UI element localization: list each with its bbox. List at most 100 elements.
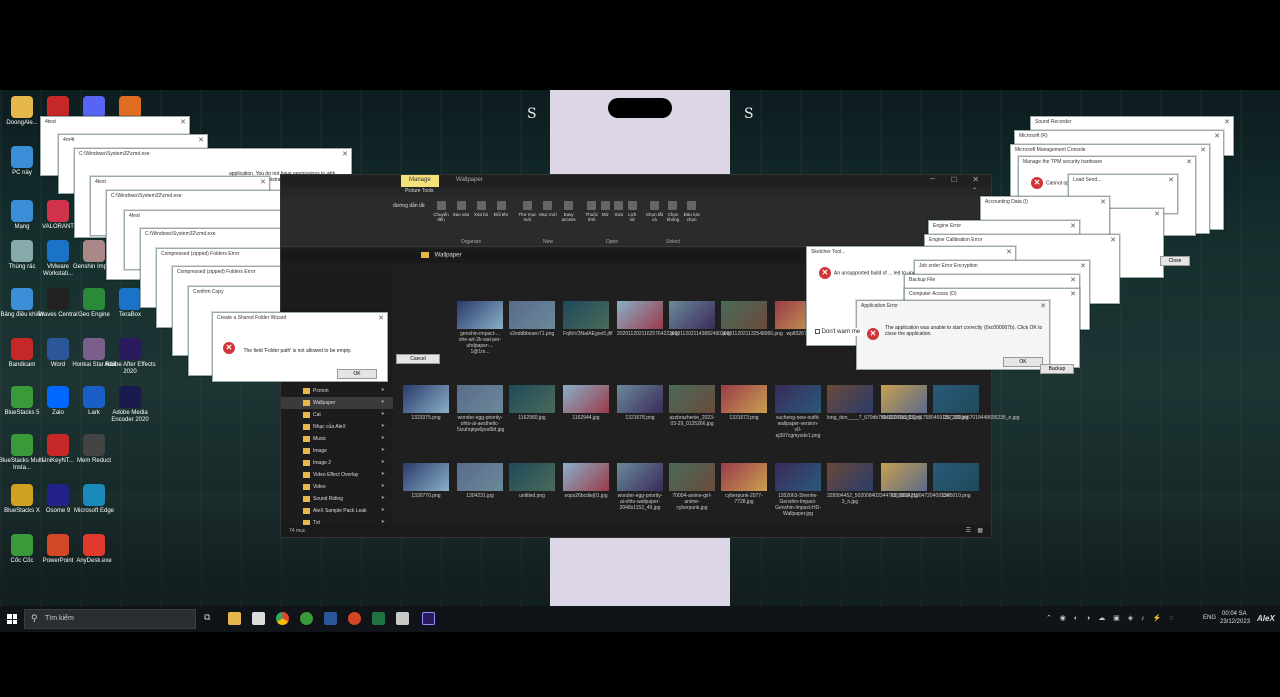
pin-icon[interactable]: ➤ (381, 483, 385, 489)
file-thumbnail[interactable]: sucheng-new-outfit-wallpaper-version-v0-… (775, 385, 821, 439)
store-taskbar-icon[interactable] (252, 612, 265, 625)
large-icons-view-icon[interactable]: ▦ (977, 527, 983, 534)
close-icon[interactable]: ✕ (198, 136, 204, 144)
tray-icons[interactable]: ⌃ ◉ ◐ ◑ ☁ ▣ ◈ ♪ ⚡ ◌ (1046, 614, 1176, 622)
file-explorer-taskbar-icon[interactable] (228, 612, 241, 625)
close-icon[interactable]: ✕ (1154, 210, 1160, 218)
file-thumbnail[interactable]: 157265.jpg (933, 385, 979, 421)
file-thumbnail[interactable]: 1303918.jpg (881, 463, 927, 499)
dont-warn-checkbox-label[interactable]: Don't warn me (812, 328, 864, 337)
ribbon-button[interactable]: Lịch sử (626, 201, 640, 222)
file-thumbnail[interactable]: 1321678.png (617, 385, 663, 421)
file-thumbnail[interactable]: wonder-egg-priority-ohto-ai-aesthetic-5i… (457, 385, 504, 433)
nav-item[interactable]: Image 2 ➤ (281, 457, 393, 469)
ok-button[interactable]: OK (337, 369, 377, 379)
ribbon-button[interactable]: Chọn tất cả (645, 201, 664, 222)
file-thumbnail[interactable]: 70004-anime-girl-anime-cyberpunk.jpg (669, 463, 715, 511)
close-icon[interactable]: ✕ (180, 118, 186, 126)
file-thumbnail[interactable]: 1330770.png (403, 463, 449, 499)
ribbon-button[interactable]: Chọn không (664, 201, 683, 222)
ribbon-button[interactable]: Thư mục mới (517, 201, 538, 222)
cancel-button[interactable]: Cancel (396, 354, 440, 364)
ribbon-button[interactable]: Mục mới (538, 201, 559, 217)
file-thumbnail[interactable]: genshin-impact-... ohe-art-2k-wal-per-uh… (457, 301, 503, 355)
pin-icon[interactable]: ➤ (381, 507, 385, 513)
ribbon-button[interactable]: Easy access (558, 201, 579, 222)
file-thumbnail[interactable]: v2eddbbearo71.png (509, 301, 555, 337)
file-thumbnail[interactable]: long_den____7_679db7f6e13741a583.jpg (827, 385, 921, 421)
pin-icon[interactable]: ➤ (381, 387, 385, 393)
pin-icon[interactable]: ➤ (381, 495, 385, 501)
close-icon[interactable]: ✕ (1070, 290, 1076, 298)
ok-button[interactable]: OK (1003, 357, 1043, 367)
file-thumbnail[interactable]: 1162980.jpg (509, 385, 555, 421)
nav-item[interactable]: Sound Riding ➤ (281, 493, 393, 505)
excel-taskbar-icon[interactable] (372, 612, 385, 625)
file-thumbnail[interactable]: Fq8oV3NaIAEgoo5.jfif (563, 301, 612, 337)
file-thumbnail[interactable]: 1331673.png (721, 385, 767, 421)
nav-item[interactable]: Pcmon ➤ (281, 385, 393, 397)
file-thumbnail[interactable]: 1162944.jpg (563, 385, 609, 421)
nav-item[interactable]: Nhạc của AleX ➤ (281, 421, 393, 433)
close-button[interactable]: Close (1160, 256, 1190, 266)
ribbon-button[interactable]: Đảo lựa chọn (682, 201, 701, 222)
file-thumbnail[interactable]: eops26bcdiej01.jpg (563, 463, 609, 499)
ribbon-tab-picture-tools[interactable]: Picture Tools (405, 188, 434, 194)
close-icon[interactable]: ✕ (1006, 248, 1012, 256)
pin-icon[interactable]: ➤ (381, 399, 385, 405)
close-icon[interactable]: ✕ (1168, 176, 1174, 184)
minimize-icon[interactable]: ─ (930, 176, 935, 183)
ribbon-button[interactable]: Thuộc tính (585, 201, 599, 222)
file-thumbnail[interactable]: 328994452_502008403344745_68147190472040… (827, 463, 949, 505)
file-thumbnail[interactable]: azzbrazhenie_2023-03-29_0125266.jpg (669, 385, 715, 427)
ribbon-button[interactable]: Sửa (612, 201, 626, 217)
checkbox[interactable] (815, 329, 820, 334)
close-icon[interactable]: ✕ (1200, 146, 1206, 154)
close-icon[interactable]: ✕ (260, 178, 266, 186)
pin-icon[interactable]: ➤ (381, 471, 385, 477)
ribbon-button[interactable]: Xóa bỏ (471, 201, 491, 217)
powerpoint-taskbar-icon[interactable] (348, 612, 361, 625)
coccoc-taskbar-icon[interactable] (300, 612, 313, 625)
file-thumbnail[interactable]: untitled.png (509, 463, 555, 499)
file-thumbnail[interactable]: wonder-egg-priority-ai-ohto-wallpaper-20… (617, 463, 663, 511)
nav-item[interactable]: Wallpaper ➤ (281, 397, 393, 409)
ribbon-button[interactable]: Sao vào (451, 201, 471, 217)
close-icon[interactable]: ✕ (972, 175, 979, 184)
desktop-icon[interactable]: Adobe Media Encoder 2020 (104, 386, 156, 424)
language-indicator[interactable]: ENG (1203, 615, 1216, 621)
nav-item[interactable]: Cat ➤ (281, 409, 393, 421)
task-view-icon[interactable]: ⧉ (204, 612, 210, 623)
chrome-taskbar-icon[interactable] (276, 612, 289, 625)
file-thumbnail[interactable]: 2020112021132548066.png (721, 301, 783, 337)
close-icon[interactable]: ✕ (378, 314, 384, 322)
backup-button[interactable]: Backup (1040, 364, 1074, 374)
file-thumbnail[interactable]: 1352063-Shenhe-Genshin-Impact-Genshin-Im… (775, 463, 821, 517)
close-icon[interactable]: ✕ (1186, 158, 1192, 166)
search-box[interactable]: ⚲ Tìm kiếm (24, 609, 196, 629)
close-icon[interactable]: ✕ (1214, 132, 1220, 140)
clock-time[interactable]: 00:04 SA (1222, 611, 1247, 617)
close-icon[interactable]: ✕ (1224, 118, 1230, 126)
close-icon[interactable]: ✕ (1110, 236, 1116, 244)
nav-item[interactable]: Video Effect Overlay ➤ (281, 469, 393, 481)
ribbon-button[interactable]: Mở (599, 201, 613, 217)
file-thumbnail[interactable]: 1323375.png (403, 385, 449, 421)
close-icon[interactable]: ✕ (1100, 198, 1106, 206)
after-effects-taskbar-icon[interactable] (422, 612, 435, 625)
app-taskbar-icon[interactable] (396, 612, 409, 625)
start-icon[interactable] (7, 614, 17, 624)
file-thumbnail[interactable]: cyberpunk-2077-7728.jpg (721, 463, 767, 505)
ribbon-button[interactable]: Chuyển đến (431, 201, 451, 222)
details-view-icon[interactable]: ☰ (966, 527, 971, 534)
word-taskbar-icon[interactable] (324, 612, 337, 625)
desktop-icon[interactable]: Microsoft Edge (68, 484, 120, 515)
nav-item[interactable]: Music ➤ (281, 433, 393, 445)
chevron-up-icon[interactable]: ⌃ (972, 187, 977, 194)
nav-item[interactable]: Video ➤ (281, 481, 393, 493)
file-thumbnail[interactable]: 1305010.png (933, 463, 979, 499)
file-thumbnail[interactable]: 2020112021162576422.png (617, 301, 679, 337)
desktop-icon[interactable]: Adobe After Effects 2020 (104, 338, 156, 376)
close-icon[interactable]: ✕ (1070, 276, 1076, 284)
maximize-icon[interactable]: ☐ (951, 176, 957, 184)
